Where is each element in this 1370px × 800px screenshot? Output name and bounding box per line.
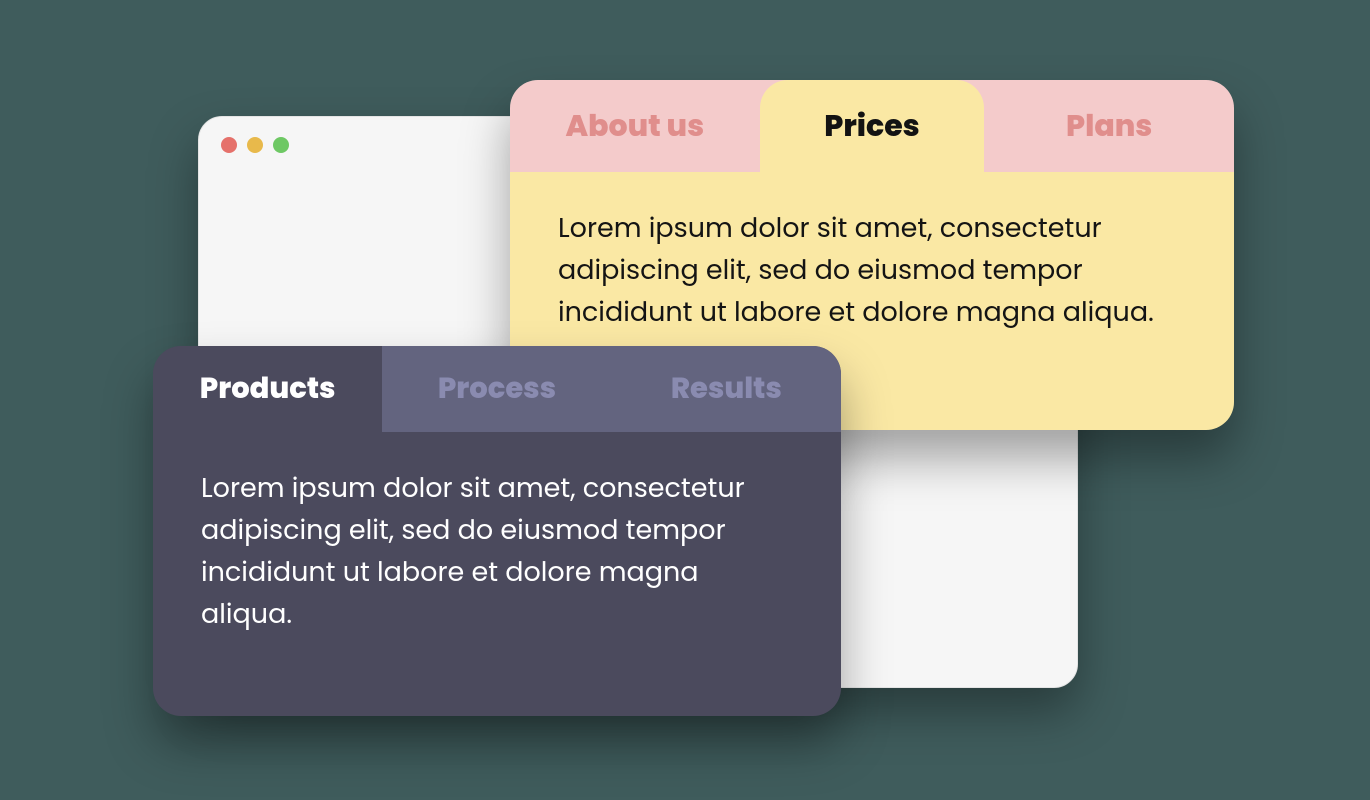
tab-plans[interactable]: Plans — [984, 80, 1234, 172]
dark-tab-content: Lorem ipsum dolor sit amet, consectetur … — [153, 432, 841, 671]
tab-results[interactable]: Results — [612, 346, 841, 432]
tab-process[interactable]: Process — [382, 346, 611, 432]
tab-about-us[interactable]: About us — [510, 80, 760, 172]
light-content-text: Lorem ipsum dolor sit amet, consectetur … — [558, 208, 1186, 334]
dark-tabs-card: Products Process Results Lorem ipsum dol… — [153, 346, 841, 716]
dark-tab-bar: Products Process Results — [153, 346, 841, 432]
tab-prices[interactable]: Prices — [760, 80, 985, 172]
tab-products[interactable]: Products — [153, 346, 382, 432]
close-icon[interactable] — [221, 137, 237, 153]
light-tab-bar: About us Prices Plans — [510, 80, 1234, 172]
minimize-icon[interactable] — [247, 137, 263, 153]
maximize-icon[interactable] — [273, 137, 289, 153]
dark-content-text: Lorem ipsum dolor sit amet, consectetur … — [201, 468, 793, 635]
